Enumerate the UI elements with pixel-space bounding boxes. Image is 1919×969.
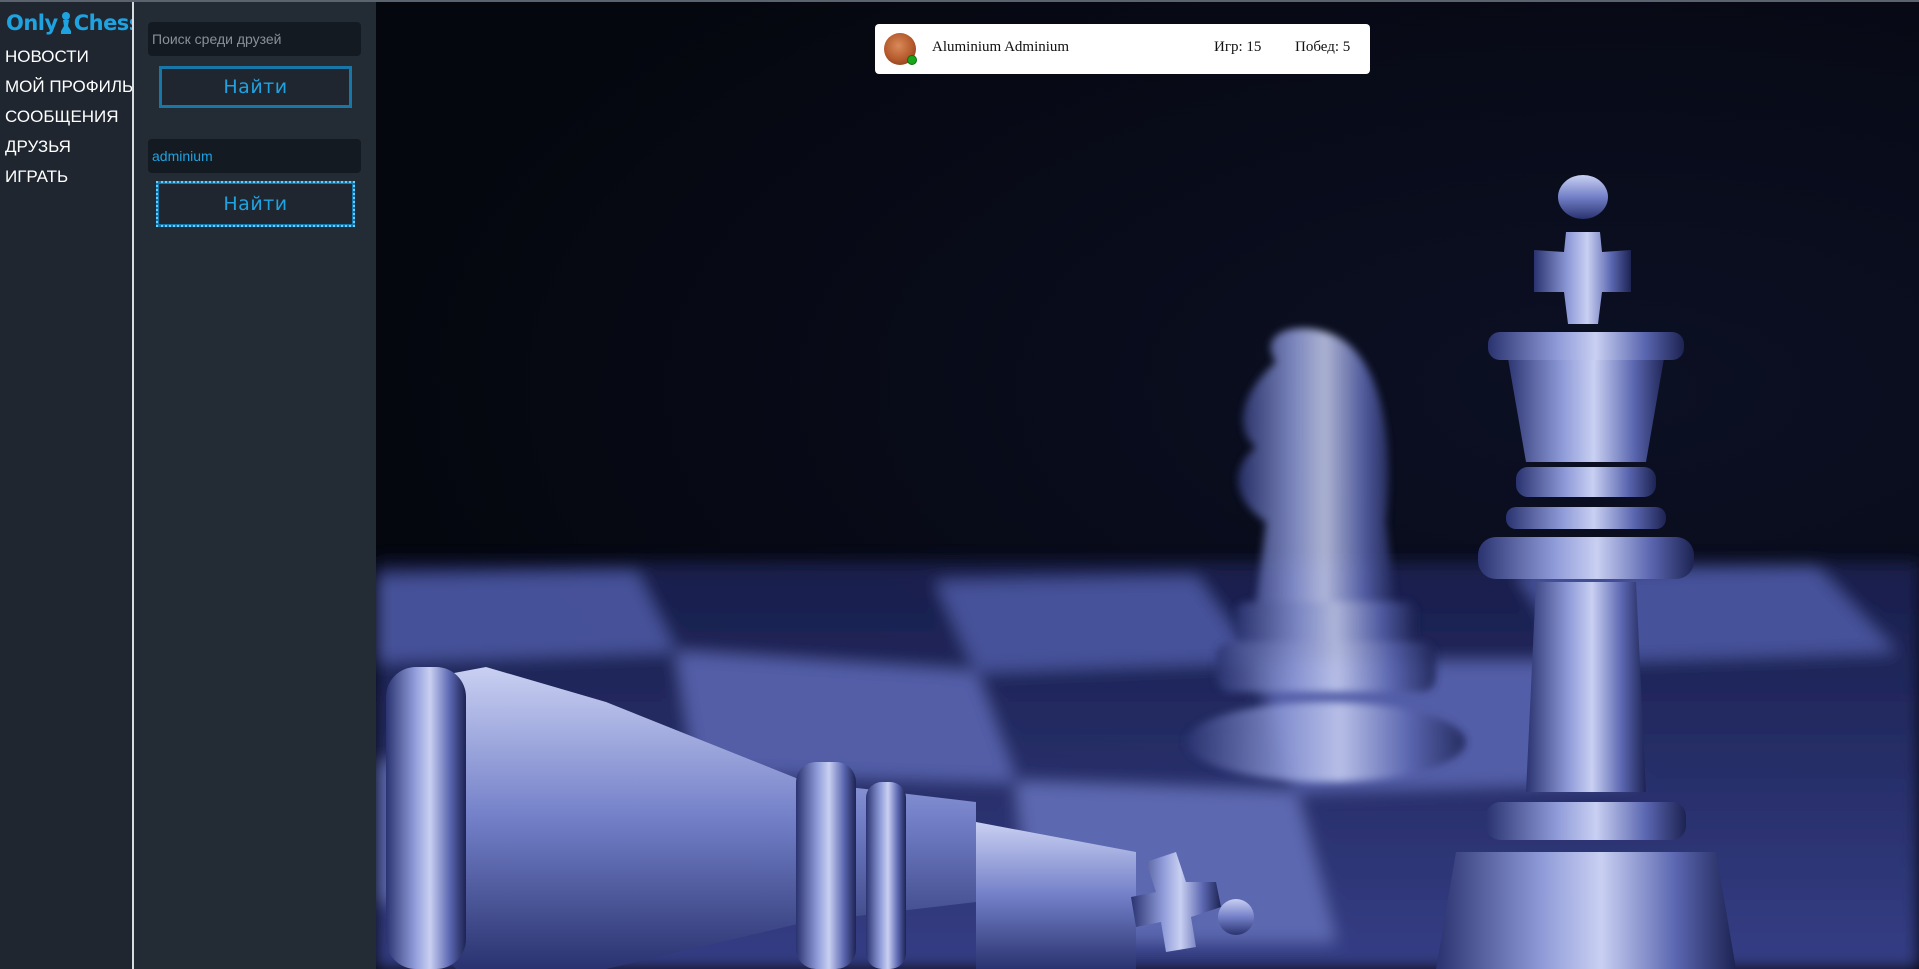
wins-count: Побед: 5 <box>1295 39 1351 55</box>
nav-item-friends[interactable]: ДРУЗЬЯ <box>5 132 133 162</box>
online-status-icon <box>907 55 917 65</box>
chess-background-image <box>376 175 1919 969</box>
global-search-button[interactable]: Найти <box>156 181 355 227</box>
nav-item-news[interactable]: НОВОСТИ <box>5 42 133 72</box>
games-count: Игр: 15 <box>1214 39 1262 55</box>
search-panel: Найти Найти <box>134 2 376 969</box>
friend-search-button[interactable]: Найти <box>159 66 352 108</box>
logo-text-chess: Chess <box>73 11 142 35</box>
friend-result-card[interactable]: Aluminium Adminium Игр: 15 Побед: 5 <box>875 24 1370 74</box>
main-nav: Only Chess НОВОСТИ МОЙ ПРОФИЛЬ СООБЩЕНИЯ… <box>0 2 141 969</box>
nav-list: НОВОСТИ МОЙ ПРОФИЛЬ СООБЩЕНИЯ ДРУЗЬЯ ИГР… <box>5 42 133 192</box>
pawn-icon <box>59 11 73 35</box>
nav-item-play[interactable]: ИГРАТЬ <box>5 162 133 192</box>
global-search-input[interactable] <box>148 139 361 173</box>
app-logo[interactable]: Only Chess <box>6 10 141 36</box>
friend-name[interactable]: Aluminium Adminium <box>932 39 1069 56</box>
main-content: Aluminium Adminium Игр: 15 Побед: 5 <box>376 2 1919 969</box>
nav-item-my-profile[interactable]: МОЙ ПРОФИЛЬ <box>5 72 133 102</box>
friend-search-input[interactable] <box>148 22 361 56</box>
logo-text-only: Only <box>6 11 58 35</box>
nav-item-messages[interactable]: СООБЩЕНИЯ <box>5 102 133 132</box>
